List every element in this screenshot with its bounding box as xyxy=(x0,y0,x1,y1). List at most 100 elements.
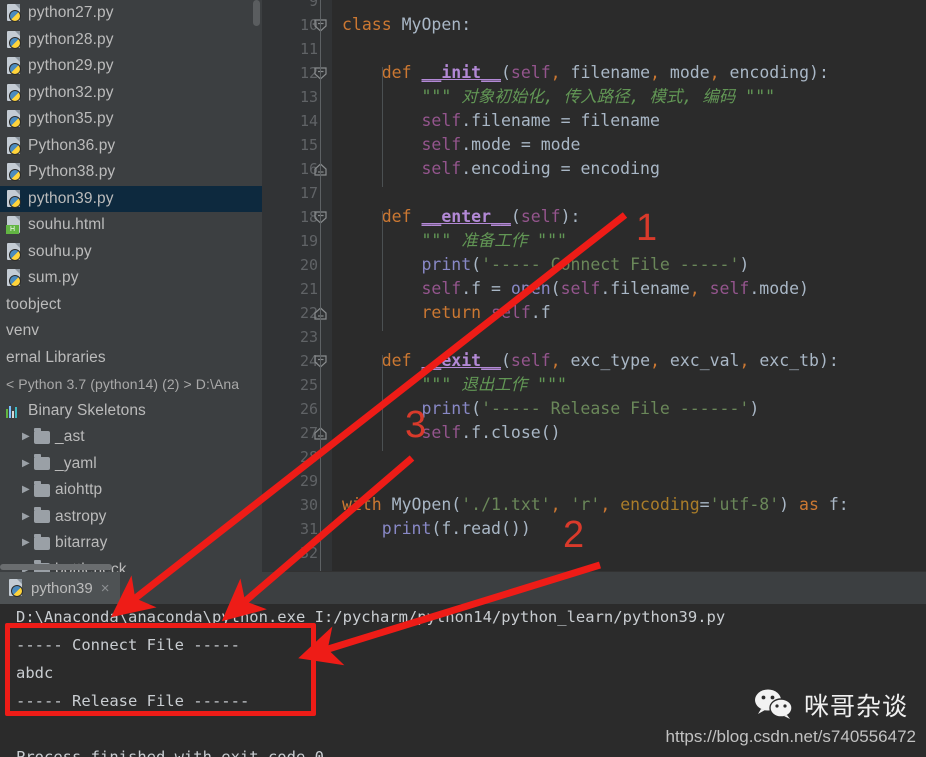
python-file-icon xyxy=(8,579,25,597)
code-token: def xyxy=(381,63,422,82)
tree-item-3[interactable]: python32.py xyxy=(0,80,262,107)
tree-item-20[interactable]: ▶ bitarray xyxy=(0,530,262,557)
code-token: """ 准备工作 """ xyxy=(421,231,567,250)
code-token: self xyxy=(709,279,750,298)
code-token: open xyxy=(510,279,551,298)
html-file-icon: H xyxy=(6,216,23,235)
tree-item-0[interactable]: python27.py xyxy=(0,0,262,27)
code-token: .f.close() xyxy=(461,423,561,442)
line-number: 23 xyxy=(299,328,318,346)
code-line-14: self.filename = filename xyxy=(342,109,660,133)
tree-item-9[interactable]: souhu.py xyxy=(0,239,262,266)
tree-item-17[interactable]: ▶ _yaml xyxy=(0,451,262,478)
line-number: 9 xyxy=(308,0,318,10)
code-token: .filename = filename xyxy=(461,111,660,130)
code-token: .mode = mode xyxy=(461,135,581,154)
python-file-icon xyxy=(6,136,23,155)
tree-item-7[interactable]: python39.py xyxy=(0,185,262,212)
run-console-panel[interactable]: python39 × D:\Anaconda\anaconda\python.e… xyxy=(0,572,926,757)
chevron-right-icon[interactable]: ▶ xyxy=(22,485,34,495)
code-token: self xyxy=(520,207,561,226)
code-token: def xyxy=(381,207,422,226)
code-token: mode xyxy=(669,63,710,82)
tree-item-4[interactable]: python35.py xyxy=(0,106,262,133)
line-number: 19 xyxy=(299,232,318,250)
code-token: '----- Connect File -----' xyxy=(481,255,740,274)
code-token: .f = xyxy=(461,279,511,298)
tree-item-18[interactable]: ▶ aiohttp xyxy=(0,477,262,504)
python-file-icon xyxy=(6,163,23,182)
guide-c xyxy=(381,355,383,451)
project-tree-panel[interactable]: python27.py python28.py python29.py python3… xyxy=(0,0,262,572)
tree-item-label: Python36.py xyxy=(28,136,116,154)
tree-item-13[interactable]: ernal Libraries xyxy=(0,345,262,372)
code-token: f: xyxy=(828,495,849,514)
code-line-24: def __exit__(self, exc_type, exc_val, ex… xyxy=(342,349,839,373)
code-token: , xyxy=(650,351,670,370)
code-token: """ 对象初始化, 传入路径, 模式, 编码 """ xyxy=(421,87,776,106)
tree-item-label: < Python 3.7 (python14) (2) > D:\Ana xyxy=(6,376,240,393)
code-token: ): xyxy=(809,63,829,82)
tree-item-5[interactable]: Python36.py xyxy=(0,133,262,160)
tree-item-12[interactable]: venv xyxy=(0,318,262,345)
tree-item-label: _ast xyxy=(55,428,85,446)
code-token: .filename xyxy=(600,279,690,298)
tree-item-label: aiohttp xyxy=(55,481,103,499)
code-token: 'r' xyxy=(570,495,601,514)
code-token: .encoding = encoding xyxy=(461,159,660,178)
fold-guide-line xyxy=(320,0,321,572)
code-line-15: self.mode = mode xyxy=(342,133,580,157)
python-file-icon xyxy=(6,110,23,129)
sidebar-horizontal-scrollbar[interactable] xyxy=(0,564,112,570)
tree-item-10[interactable]: sum.py xyxy=(0,265,262,292)
tree-item-19[interactable]: ▶ astropy xyxy=(0,504,262,531)
code-token: './1.txt' xyxy=(461,495,551,514)
close-icon[interactable]: × xyxy=(101,581,110,596)
code-token: ) xyxy=(779,495,800,514)
code-token: self xyxy=(421,111,462,130)
code-token: .mode xyxy=(749,279,800,298)
sidebar-vertical-scrollbar[interactable] xyxy=(253,0,260,26)
tree-item-1[interactable]: python28.py xyxy=(0,27,262,54)
tree-item-2[interactable]: python29.py xyxy=(0,53,262,80)
tree-item-label: souhu.py xyxy=(28,242,92,260)
tree-item-6[interactable]: Python38.py xyxy=(0,159,262,186)
python-file-icon xyxy=(6,30,23,49)
chevron-right-icon[interactable]: ▶ xyxy=(22,511,34,522)
editor-code-area[interactable]: class MyOpen: def __init__(self, filenam… xyxy=(332,0,926,572)
tree-item-15[interactable]: Binary Skeletons xyxy=(0,398,262,425)
chevron-right-icon[interactable]: ▶ xyxy=(22,538,34,548)
run-tab-python39[interactable]: python39 × xyxy=(0,572,120,604)
code-token: exc_type xyxy=(570,351,651,370)
chevron-right-icon[interactable]: ▶ xyxy=(22,432,34,442)
tree-item-label: python29.py xyxy=(28,57,114,75)
tree-item-14[interactable]: < Python 3.7 (python14) (2) > D:\Ana xyxy=(0,371,262,398)
code-line-22: return self.f xyxy=(342,301,550,325)
line-number: 29 xyxy=(299,472,318,490)
tree-item-16[interactable]: ▶ _ast xyxy=(0,424,262,451)
code-token: print xyxy=(421,399,472,418)
console-line-2: abdc xyxy=(16,664,54,682)
code-line-10: class MyOpen: xyxy=(342,13,471,37)
code-editor[interactable]: 9 10 11 12 13 14 15 16 17 18 19 20 21 22 23 24 25 26 27 28 2… xyxy=(262,0,926,572)
python-file-icon xyxy=(6,242,23,261)
tree-item-11[interactable]: toobject xyxy=(0,292,262,319)
chevron-right-icon[interactable]: ▶ xyxy=(22,458,34,469)
tree-item-label: python32.py xyxy=(28,83,114,101)
code-token: self xyxy=(421,135,462,154)
editor-gutter[interactable]: 9 10 11 12 13 14 15 16 17 18 19 20 21 22 23 24 25 26 27 28 2… xyxy=(262,0,332,572)
project-tree-list[interactable]: python27.py python28.py python29.py python3… xyxy=(0,0,262,572)
code-token: ( xyxy=(500,63,511,82)
run-tab-bar[interactable]: python39 × xyxy=(0,572,926,604)
code-token: self xyxy=(491,303,531,322)
code-token: self xyxy=(421,279,462,298)
pycharm-window: python27.py python28.py python29.py python3… xyxy=(0,0,926,757)
line-number: 32 xyxy=(299,544,318,562)
tree-item-8[interactable]: Hsouhu.html xyxy=(0,212,262,239)
code-line-25: """ 退出工作 """ xyxy=(342,373,566,397)
folder-icon xyxy=(34,533,50,550)
folder-icon xyxy=(34,454,50,471)
python-file-icon xyxy=(6,4,23,23)
